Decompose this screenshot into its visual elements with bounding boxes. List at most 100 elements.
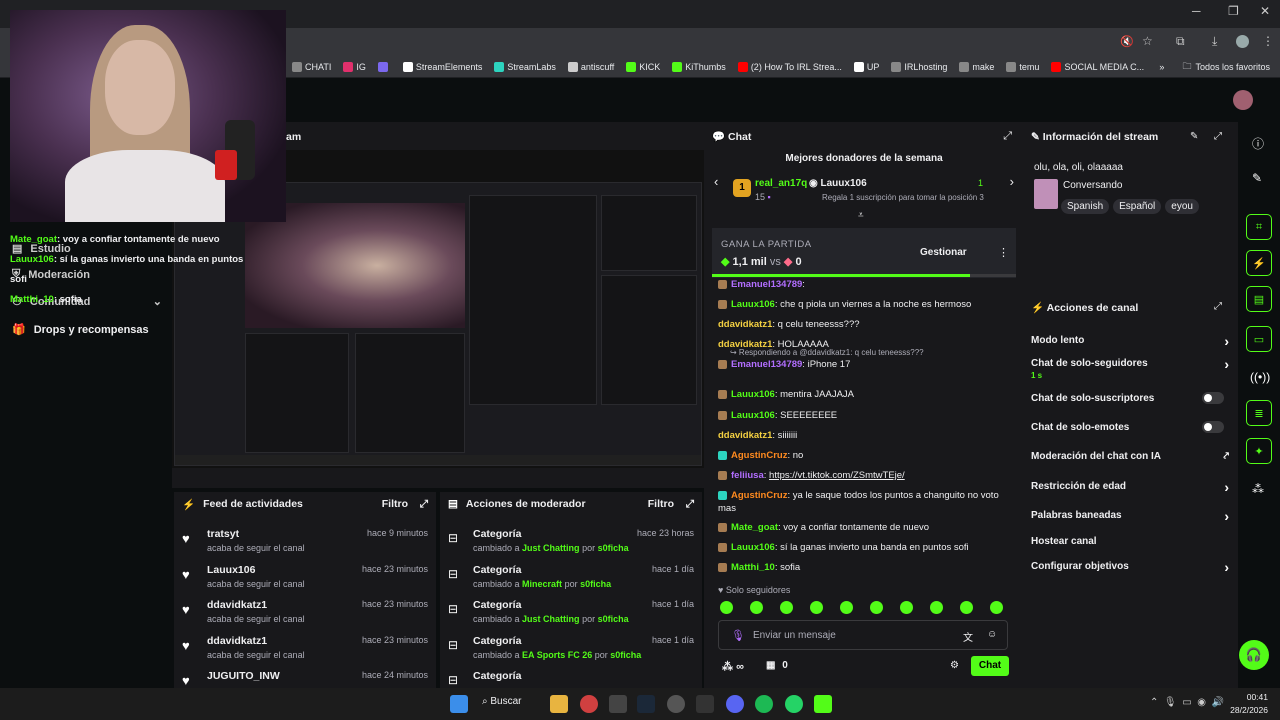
maximize-icon[interactable]: ❐: [1228, 4, 1239, 18]
app2-icon[interactable]: [667, 695, 685, 713]
channel-action-row[interactable]: Chat de solo-suscriptores: [1031, 392, 1229, 404]
kick-icon[interactable]: [814, 695, 832, 713]
emote-icon[interactable]: [810, 601, 823, 614]
emote-icon[interactable]: [900, 601, 913, 614]
channel-action-row[interactable]: Chat de solo-emotes: [1031, 421, 1229, 433]
chat-message[interactable]: Lauux106: mentira JAAJAJA: [718, 388, 1014, 401]
bookmark-item[interactable]: temu: [1006, 61, 1039, 72]
emote-icon[interactable]: [720, 601, 733, 614]
channel-action-row[interactable]: Chat de solo-seguidores 1 s ›: [1031, 356, 1229, 380]
bookmark-item[interactable]: StreamLabs: [494, 61, 556, 72]
chat-username[interactable]: Lauux106: [731, 389, 775, 400]
chat-message[interactable]: Emanuel134789:: [718, 278, 1014, 291]
menu-icon[interactable]: ⋮: [1262, 34, 1274, 48]
download-icon[interactable]: ⤓: [1212, 34, 1217, 49]
popout-icon[interactable]: ⤢: [1003, 130, 1012, 143]
chat-message[interactable]: Matthi_10: sofia: [718, 561, 1014, 574]
bookmark-item[interactable]: UP: [853, 61, 879, 72]
bookmark-item[interactable]: IG: [343, 61, 366, 72]
minimize-icon[interactable]: ─: [1192, 4, 1201, 18]
chat-username[interactable]: feliiusa: [731, 470, 764, 481]
bookmark-item[interactable]: KICK: [626, 61, 660, 72]
tray-icons[interactable]: ⌃ 🎙 ▭ ◉ 🔊: [1150, 697, 1224, 708]
modaction-row[interactable]: ⊟ Categoría: [448, 670, 694, 687]
gear-icon[interactable]: ⚙: [950, 660, 959, 671]
chat-message[interactable]: ddavidkatz1: q celu teneesss???: [718, 318, 1014, 331]
chat-message[interactable]: Mate_goat: voy a confiar tontamente de n…: [718, 521, 1014, 534]
chat-message[interactable]: ↪ Respondiendo a @ddavidkatz1: q celu te…: [718, 348, 1014, 371]
feed-row[interactable]: ♥ tratsyt acaba de seguir el canal hace 9 m…: [182, 528, 428, 553]
emote-icon[interactable]: [780, 601, 793, 614]
rail-button-tool[interactable]: ✦: [1246, 438, 1272, 464]
profile-avatar[interactable]: [1236, 35, 1249, 48]
chat-message[interactable]: AgustinCruz: ya le saque todos los punto…: [718, 489, 1014, 515]
rail-button-stack[interactable]: ≣: [1246, 400, 1272, 426]
bookmark-item[interactable]: (2) How To IRL Strea...: [737, 61, 842, 72]
mute-icon[interactable]: 🔇: [1120, 35, 1134, 48]
epic-icon[interactable]: [696, 695, 714, 713]
emote-icon[interactable]: [750, 601, 763, 614]
info-icon[interactable]: ⓘ: [1252, 135, 1264, 152]
feed-row[interactable]: ♥ ddavidkatz1 acaba de seguir el canal hace…: [182, 635, 428, 660]
collapse-icon[interactable]: ⩡: [858, 210, 864, 221]
app-icon[interactable]: [609, 695, 627, 713]
popout-icon[interactable]: ⤢: [686, 498, 694, 511]
bookmark-item[interactable]: StreamElements: [402, 61, 482, 72]
chat-username[interactable]: ddavidkatz1: [718, 319, 772, 330]
emoji-icon[interactable]: ☺: [987, 629, 997, 640]
popout-icon[interactable]: ⤢: [1214, 131, 1222, 142]
bookmark-item[interactable]: SOCIAL MEDIA C...: [1051, 61, 1144, 72]
rail-button-doc[interactable]: ▤: [1246, 286, 1272, 312]
chat-username[interactable]: Lauux106: [731, 410, 775, 421]
feed-row[interactable]: ♥ JUGUITO_INW hace 24 minutos: [182, 670, 428, 688]
mic-icon[interactable]: 🎙: [731, 629, 745, 642]
chat-username[interactable]: AgustinCruz: [731, 490, 787, 501]
rail-button-bolt[interactable]: ⚡: [1246, 250, 1272, 276]
emote-icon[interactable]: [840, 601, 853, 614]
chat-username[interactable]: Matthi_10: [731, 562, 775, 573]
bookmark-item[interactable]: KiThumbs: [672, 61, 726, 72]
file-explorer-icon[interactable]: [550, 695, 568, 713]
manage-prediction-button[interactable]: Gestionar: [920, 247, 967, 258]
more-icon[interactable]: ⋮: [998, 246, 1009, 259]
emote-icon[interactable]: [960, 601, 973, 614]
bookmark-star-icon[interactable]: ☆: [1142, 34, 1153, 48]
chat-username[interactable]: Lauux106: [731, 542, 775, 553]
channel-action-row[interactable]: Palabras baneadas ›: [1031, 508, 1229, 524]
spotify-icon[interactable]: [755, 695, 773, 713]
feed-row[interactable]: ♥ Lauux106 acaba de seguir el canal hace 23…: [182, 564, 428, 589]
bookmark-item[interactable]: IRLhosting: [891, 61, 947, 72]
modaction-row[interactable]: ⊟ Categoría cambiado a Minecraft por s0fic…: [448, 564, 694, 589]
chat-username[interactable]: Mate_goat: [731, 522, 778, 533]
modactions-filter-button[interactable]: Filtro: [648, 498, 674, 510]
pencil-icon[interactable]: ✎: [1252, 171, 1262, 185]
all-bookmarks[interactable]: » 🗀 Todos los favoritos: [1159, 59, 1270, 75]
modaction-row[interactable]: ⊟ Categoría cambiado a EA Sports FC 26 por…: [448, 635, 694, 660]
popout-icon[interactable]: ⤢: [1214, 301, 1222, 312]
popout-icon[interactable]: ⤢: [420, 498, 428, 511]
start-icon[interactable]: [450, 695, 468, 713]
broadcast-icon[interactable]: ((•)): [1250, 370, 1270, 384]
discord-icon[interactable]: [726, 695, 744, 713]
chat-message[interactable]: ddavidkatz1: siiiiiii: [718, 429, 1014, 442]
taskbar-search[interactable]: ⌕ Buscar: [482, 696, 522, 707]
chat-link[interactable]: https://vt.tiktok.com/ZSmtwTEje/: [769, 470, 905, 481]
feed-filter-button[interactable]: Filtro: [382, 498, 408, 510]
bookmark-item[interactable]: antiscuff: [567, 61, 614, 72]
channel-action-row[interactable]: Restricción de edad ›: [1031, 479, 1229, 495]
user-avatar[interactable]: [1233, 90, 1253, 110]
edit-icon[interactable]: ✎: [1190, 131, 1198, 142]
close-icon[interactable]: ✕: [1260, 4, 1270, 18]
chat-input[interactable]: 🎙 Enviar un mensaje 文 ☺: [718, 620, 1008, 650]
bookmark-item[interactable]: [377, 61, 391, 72]
chat-username[interactable]: Emanuel134789: [731, 279, 802, 290]
chat-username[interactable]: Emanuel134789: [731, 359, 802, 370]
modaction-row[interactable]: ⊟ Categoría cambiado a Just Chatting por s…: [448, 599, 694, 624]
bookmark-item[interactable]: make: [959, 61, 994, 72]
extensions-icon[interactable]: ⧉: [1176, 34, 1185, 49]
steam-icon[interactable]: [637, 695, 655, 713]
modaction-row[interactable]: ⊟ Categoría cambiado a Just Chatting por s…: [448, 528, 694, 553]
emote-icon[interactable]: [930, 601, 943, 614]
help-button[interactable]: 🎧: [1239, 640, 1269, 670]
emote-icon[interactable]: [990, 601, 1003, 614]
